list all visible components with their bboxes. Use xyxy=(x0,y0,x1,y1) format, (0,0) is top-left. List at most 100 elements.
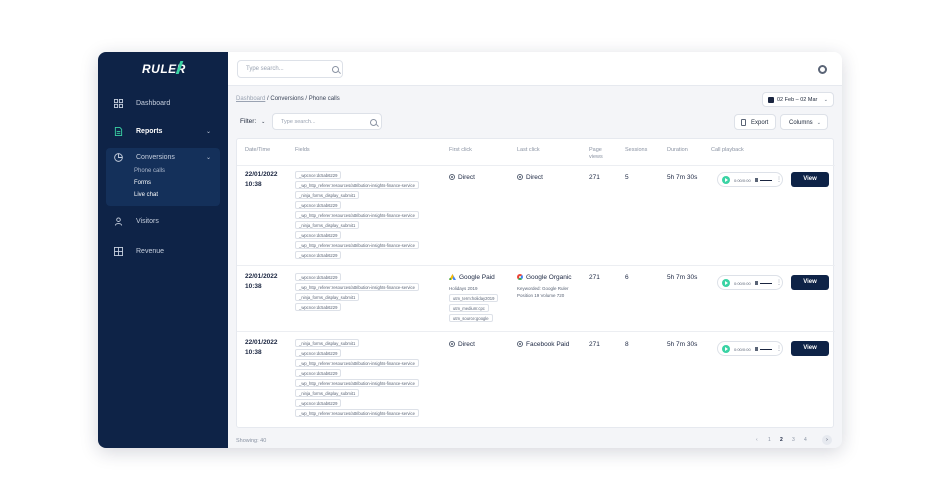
column-header-last-click[interactable]: Last click xyxy=(517,147,540,154)
field-tag: _wp_http_referer:resources/attribution-i… xyxy=(295,283,419,291)
field-tag: _wpcnce:dc5ab6229 xyxy=(295,231,342,239)
grid-icon xyxy=(114,99,123,108)
page-views-value: 271 xyxy=(589,174,600,181)
more-options-icon[interactable]: ⋮ xyxy=(776,176,782,183)
export-button[interactable]: Export xyxy=(734,114,776,130)
call-audio-player[interactable]: 0:00/0:00 ⋮ xyxy=(717,341,783,356)
more-options-icon[interactable]: ⋮ xyxy=(776,279,782,286)
sessions-value: 5 xyxy=(625,174,629,181)
volume-icon[interactable] xyxy=(755,178,758,182)
field-tag: _ninja_forms_display_submit1 xyxy=(295,191,360,199)
field-tag: _ninja_forms_display_submit1 xyxy=(295,339,360,347)
keyword-position: Position 19 Volume 720 xyxy=(517,293,565,298)
app-window: RULER Dashboard Reports ⌄ Conversions ⌄ … xyxy=(98,52,842,448)
table-search-input[interactable]: Type search... xyxy=(272,113,382,130)
google-icon xyxy=(517,274,523,280)
document-icon xyxy=(114,127,123,136)
pagination-page[interactable]: 1 xyxy=(768,437,771,443)
pie-chart-icon xyxy=(114,153,123,162)
columns-label: Columns xyxy=(789,119,813,126)
field-tag: _wp_http_referer:resources/attribution-i… xyxy=(295,359,419,367)
utm-tag: utm_term:holiday2019 xyxy=(449,294,499,302)
view-button[interactable]: View xyxy=(791,341,829,356)
direct-icon xyxy=(449,341,455,347)
field-tag: _wp_http_referer:resources/attribution-i… xyxy=(295,181,419,189)
field-tag: _ninja_forms_display_submit1 xyxy=(295,293,360,301)
more-options-icon[interactable]: ⋮ xyxy=(776,345,782,352)
column-header-first-click[interactable]: First click xyxy=(449,147,472,154)
first-click-source: Direct xyxy=(449,341,475,348)
breadcrumb: Dashboard / Conversions / Phone calls xyxy=(236,96,340,102)
sidebar: RULER Dashboard Reports ⌄ Conversions ⌄ … xyxy=(98,52,228,448)
field-tag: _wpcnce:dc5ab6229 xyxy=(295,273,342,281)
sidebar-item-revenue[interactable]: Revenue xyxy=(98,242,228,262)
column-header-page-views[interactable]: Page views xyxy=(589,147,611,161)
column-header-datetime[interactable]: Date/Time xyxy=(245,147,270,154)
sidebar-subitem-phone-calls[interactable]: Phone calls xyxy=(134,168,165,174)
chevron-down-icon: ⌄ xyxy=(206,129,212,135)
pagination-page[interactable]: 4 xyxy=(804,437,807,443)
sidebar-subitem-forms[interactable]: Forms xyxy=(134,180,151,186)
page-views-value: 271 xyxy=(589,341,600,348)
chevron-down-icon: ⌄ xyxy=(816,119,821,126)
sidebar-item-conversions[interactable]: Conversions ⌄ xyxy=(98,148,228,168)
search-placeholder: Type search... xyxy=(281,119,316,125)
chevron-down-icon: ⌄ xyxy=(823,97,828,103)
field-tag: _wpcnce:dc5ab6229 xyxy=(295,201,342,209)
view-button[interactable]: View xyxy=(791,275,829,290)
results-count: Showing: 40 xyxy=(236,438,267,444)
chevron-down-icon: ⌄ xyxy=(206,155,212,161)
volume-slider[interactable] xyxy=(760,283,772,284)
table-row: 22/01/2022 10:38 _wpcnce:dc5ab6229 _wp_ht… xyxy=(237,165,835,265)
call-audio-player[interactable]: 0:00/0:00 ⋮ xyxy=(717,275,783,290)
direct-icon xyxy=(449,174,455,180)
pagination-page[interactable]: 3 xyxy=(792,437,795,443)
table-row: 22/01/2022 10:38 _ninja_forms_display_sub… xyxy=(237,331,835,427)
field-tag: _wp_http_referer:resources/attribution-i… xyxy=(295,409,419,417)
pagination-prev[interactable]: ‹ xyxy=(756,437,758,443)
sidebar-item-dashboard[interactable]: Dashboard xyxy=(98,94,228,114)
pagination-next[interactable]: › xyxy=(822,435,832,445)
sidebar-item-label: Visitors xyxy=(136,218,159,225)
chevron-down-icon: ⌄ xyxy=(261,119,266,125)
call-audio-player[interactable]: 0:00/0:00 ⋮ xyxy=(717,172,783,187)
columns-button[interactable]: Columns ⌄ xyxy=(780,114,828,130)
play-icon[interactable] xyxy=(722,279,730,287)
breadcrumb-dashboard-link[interactable]: Dashboard xyxy=(236,96,265,102)
duration-value: 5h 7m 30s xyxy=(667,174,698,181)
play-icon[interactable] xyxy=(722,345,730,353)
volume-icon[interactable] xyxy=(755,347,758,351)
sidebar-item-label: Reports xyxy=(136,128,163,135)
first-click-source: Direct xyxy=(449,174,475,181)
gear-icon[interactable] xyxy=(818,65,827,74)
global-search-input[interactable]: Type search... xyxy=(237,60,343,78)
sidebar-item-visitors[interactable]: Visitors xyxy=(98,212,228,232)
column-header-sessions[interactable]: Sessions xyxy=(625,147,647,154)
sidebar-subitem-live-chat[interactable]: Live chat xyxy=(134,192,158,198)
view-button[interactable]: View xyxy=(791,172,829,187)
field-tag: _ninja_forms_display_submit1 xyxy=(295,389,360,397)
campaign-name: Holidays 2019 xyxy=(449,286,478,291)
volume-slider[interactable] xyxy=(760,349,772,350)
search-icon xyxy=(332,66,339,73)
last-click-source: Google Organic xyxy=(517,274,572,281)
duration-value: 5h 7m 30s xyxy=(667,341,698,348)
filter-dropdown[interactable]: Filter: ⌄ xyxy=(240,118,265,125)
date-range-picker[interactable]: 02 Feb – 02 Mar ⌄ xyxy=(762,92,834,107)
field-tag: _wpcnce:dc5ab6229 xyxy=(295,399,342,407)
play-icon[interactable] xyxy=(722,176,730,184)
column-header-call-playback[interactable]: Call playback xyxy=(711,147,744,154)
column-header-duration[interactable]: Duration xyxy=(667,147,688,154)
calendar-icon xyxy=(768,97,774,103)
column-header-fields[interactable]: Fields xyxy=(295,147,310,154)
volume-slider[interactable] xyxy=(760,180,772,181)
sidebar-item-reports[interactable]: Reports ⌄ xyxy=(98,122,228,142)
pagination-page-current[interactable]: 2 xyxy=(780,437,783,443)
volume-icon[interactable] xyxy=(755,281,758,285)
field-tag: _wp_http_referer:resources/attribution-i… xyxy=(295,211,419,219)
utm-tag: utm_source:google xyxy=(449,314,493,322)
main-content: Type search... Dashboard / Conversions /… xyxy=(228,52,842,448)
row-date: 22/01/2022 10:38 xyxy=(245,339,278,356)
export-icon xyxy=(741,119,746,126)
field-tag: _wp_http_referer:resources/attribution-i… xyxy=(295,241,419,249)
